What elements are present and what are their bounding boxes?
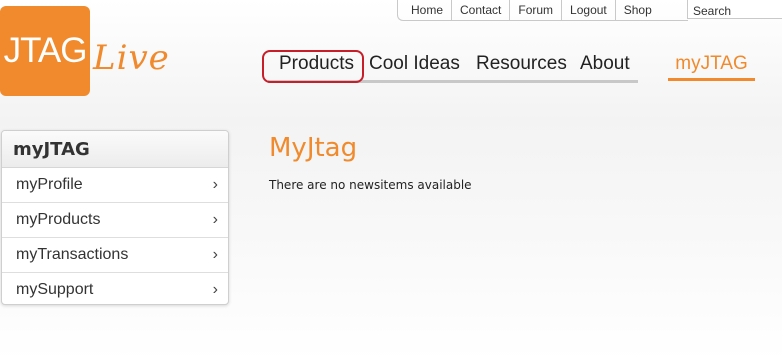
top-link-home[interactable]: Home xyxy=(398,0,453,20)
sidebar-item-label: myProducts xyxy=(16,211,101,228)
sidebar-item-label: myProfile xyxy=(16,176,83,193)
nav-resources[interactable]: Resources xyxy=(476,53,567,75)
nav-about[interactable]: About xyxy=(580,53,630,75)
logo-jtag[interactable]: JTAG xyxy=(0,6,90,96)
sidebar-item-myprofile[interactable]: myProfile › xyxy=(2,168,228,203)
sidebar-item-myproducts[interactable]: myProducts › xyxy=(2,203,228,238)
sidebar-item-mysupport[interactable]: mySupport › xyxy=(2,273,228,304)
sidebar-item-mytransactions[interactable]: myTransactions › xyxy=(2,238,228,273)
search-input[interactable] xyxy=(687,0,782,19)
chevron-right-icon: › xyxy=(212,211,218,228)
top-link-forum[interactable]: Forum xyxy=(510,0,563,20)
top-utility-nav: Home Contact Forum Logout Shop xyxy=(397,0,688,21)
sidebar-title: myJTAG xyxy=(2,131,228,168)
nav-myjtag[interactable]: myJTAG xyxy=(668,50,755,81)
nav-cool-ideas[interactable]: Cool Ideas xyxy=(369,53,460,75)
sidebar-item-label: myTransactions xyxy=(16,246,129,263)
page-title: MyJtag xyxy=(269,133,358,163)
sidebar-item-label: mySupport xyxy=(16,281,94,298)
logo-live-text: Live xyxy=(93,38,170,78)
sidebar-menu: myJTAG myProfile › myProducts › myTransa… xyxy=(1,130,229,305)
main-nav: Products Cool Ideas Resources About xyxy=(268,50,638,83)
top-link-logout[interactable]: Logout xyxy=(562,0,616,20)
chevron-right-icon: › xyxy=(212,281,218,298)
top-link-contact[interactable]: Contact xyxy=(452,0,511,20)
empty-news-message: There are no newsitems available xyxy=(269,178,472,192)
top-link-shop[interactable]: Shop xyxy=(616,0,660,20)
chevron-right-icon: › xyxy=(212,246,218,263)
chevron-right-icon: › xyxy=(212,176,218,193)
nav-products[interactable]: Products xyxy=(279,53,354,75)
